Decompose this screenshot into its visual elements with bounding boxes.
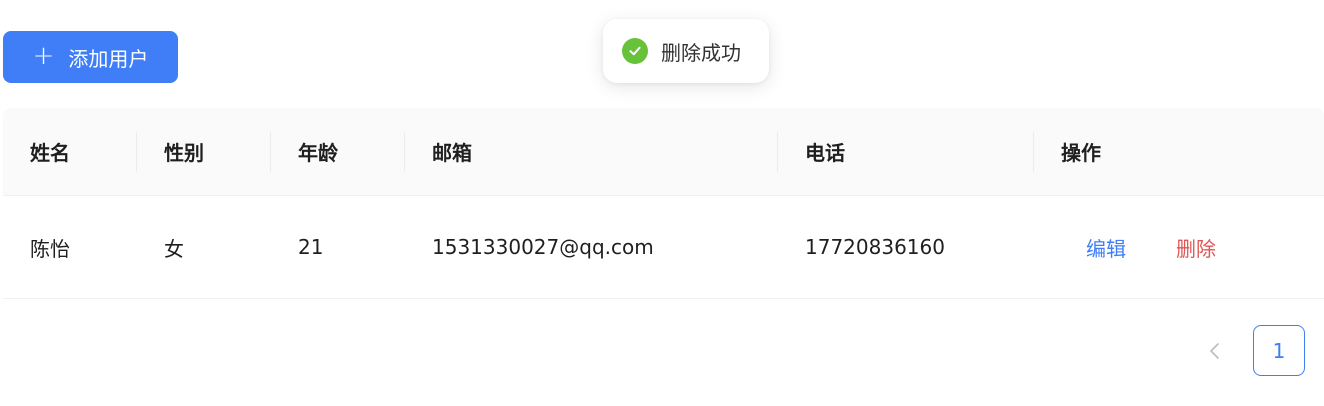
column-header-phone: 电话 [778,108,1034,195]
page-number-button[interactable]: 1 [1253,325,1305,376]
column-header-email: 邮箱 [405,108,778,195]
add-user-button[interactable]: + 添加用户 [3,31,178,83]
toast-message: 删除成功 [661,40,741,65]
cell-email: 1531330027@qq.com [432,235,654,259]
table-row: 陈怡 女 21 1531330027@qq.com 17720836160 编辑… [3,196,1324,299]
cell-age: 21 [298,235,324,259]
add-user-label: 添加用户 [68,46,149,71]
success-check-icon [622,38,648,64]
success-toast: 删除成功 [603,19,769,83]
delete-button[interactable]: 删除 [1176,233,1216,262]
cell-gender: 女 [164,236,184,261]
edit-button[interactable]: 编辑 [1086,233,1126,262]
plus-icon: + [32,41,55,71]
column-header-gender: 性别 [137,108,271,195]
user-table: 姓名 性别 年龄 邮箱 电话 操作 陈怡 女 21 1531330027@qq.… [3,108,1324,299]
table-header: 姓名 性别 年龄 邮箱 电话 操作 [3,108,1324,196]
cell-phone: 17720836160 [805,235,945,259]
chevron-left-icon [1210,343,1219,359]
cell-name: 陈怡 [30,236,70,261]
cell-actions: 编辑 删除 [1034,233,1324,262]
previous-page-button[interactable] [1198,333,1232,369]
column-header-age: 年龄 [271,108,405,195]
column-header-actions: 操作 [1061,141,1101,165]
column-header-name: 姓名 [3,108,137,195]
